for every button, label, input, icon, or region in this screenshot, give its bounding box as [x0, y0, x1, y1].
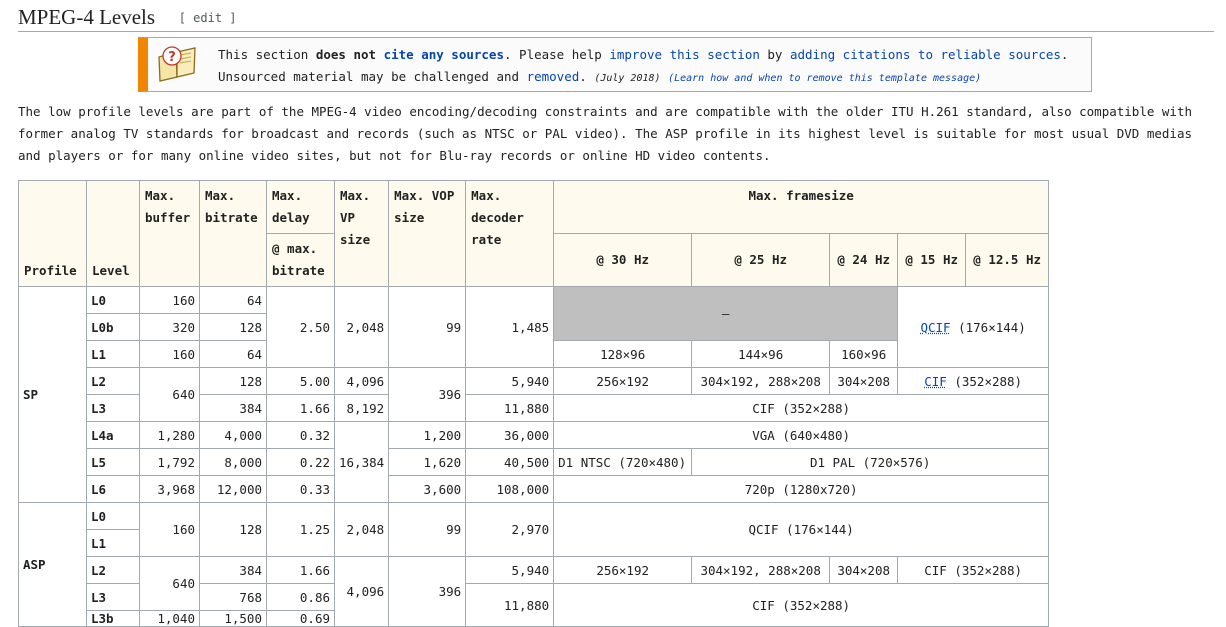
table-row: L4a 1,280 4,000 0.32 16,384 1,200 36,000…: [19, 422, 1049, 449]
levels-table: Profile Level Max. buffer Max. bitrate M…: [18, 180, 1049, 627]
col-bitrate: Max. bitrate: [200, 181, 267, 287]
removed-link[interactable]: removed: [527, 69, 580, 84]
col-profile: Profile: [19, 181, 87, 287]
book-question-icon: ?: [156, 43, 198, 85]
col-decoder: Max. decoder rate: [466, 181, 554, 287]
col-25hz: @ 25 Hz: [692, 234, 830, 287]
profile-cell: ASP: [19, 503, 87, 627]
intro-paragraph: The low profile levels are part of the M…: [18, 101, 1214, 167]
qcif-link[interactable]: QCIF: [920, 320, 950, 335]
col-level: Level: [87, 181, 140, 287]
table-row: L2 640 128 5.00 4,096 396 5,940 256×192 …: [19, 368, 1049, 395]
col-12-5hz: @ 12.5 Hz: [966, 234, 1049, 287]
table-row: ASP L0 160 128 1.25 2,048 99 2,970 QCIF …: [19, 503, 1049, 530]
notice-date: (July 2018): [594, 73, 660, 84]
learn-link[interactable]: (Learn how and when to remove this templ…: [668, 73, 981, 84]
improve-link[interactable]: improve this section: [609, 47, 760, 62]
notice-line-2: Unsourced material may be challenged and…: [218, 69, 981, 84]
col-delay: Max. delay: [267, 181, 335, 234]
notice-line-1: This section does not cite any sources. …: [218, 47, 1068, 62]
svg-text:?: ?: [168, 50, 176, 65]
col-24hz: @ 24 Hz: [830, 234, 898, 287]
col-delay-sub: @ max. bitrate: [267, 234, 335, 287]
citations-link[interactable]: adding citations to reliable sources: [790, 47, 1061, 62]
profile-cell: SP: [19, 287, 87, 503]
section-title: MPEG-4 Levels: [18, 2, 155, 32]
table-row: SP L0 160 64 2.50 2,048 99 1,485 — QCIF …: [19, 287, 1049, 314]
unsourced-notice: ? This section does not cite any sources…: [138, 37, 1092, 92]
col-framesize: Max. framesize: [554, 181, 1049, 234]
cif-link[interactable]: CIF: [924, 374, 947, 389]
table-row: L6 3,968 12,000 0.33 3,600 108,000 720p …: [19, 476, 1049, 503]
col-vop: Max. VOP size: [389, 181, 466, 287]
col-vp: Max. VP size: [335, 181, 389, 287]
table-row: L5 1,792 8,000 0.22 1,620 40,500 D1 NTSC…: [19, 449, 1049, 476]
section-heading: MPEG-4 Levels [ edit ]: [18, 2, 1214, 32]
table-row: L2 640 384 1.66 4,096 396 5,940 256×192 …: [19, 557, 1049, 584]
col-buffer: Max. buffer: [140, 181, 200, 287]
edit-link[interactable]: [ edit ]: [179, 11, 237, 25]
col-15hz: @ 15 Hz: [898, 234, 966, 287]
cite-link[interactable]: cite any sources: [384, 47, 504, 62]
col-30hz: @ 30 Hz: [554, 234, 692, 287]
